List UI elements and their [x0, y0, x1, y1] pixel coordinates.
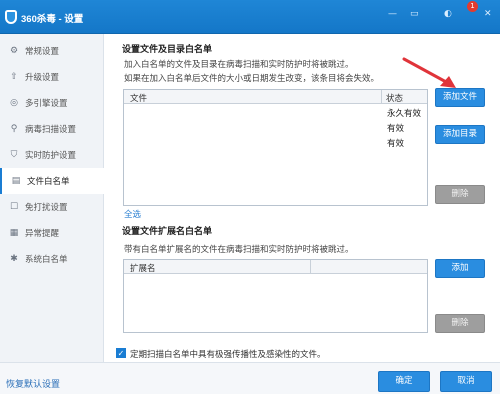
cancel-button[interactable]: 取消	[440, 371, 492, 392]
periodic-scan-checkbox[interactable]: ✓	[116, 348, 126, 358]
sidebar-item-label: 病毒扫描设置	[25, 125, 77, 135]
restore-defaults-link[interactable]: 恢复默认设置	[6, 377, 60, 390]
ext-whitelist-table[interactable]: 扩展名	[123, 259, 428, 333]
sidebar-item-general[interactable]: ⚙ 常规设置	[0, 38, 104, 64]
status-cell: 有效	[387, 124, 405, 134]
sidebar-item-label: 常规设置	[25, 47, 60, 57]
table-header: 扩展名	[124, 260, 427, 274]
sidebar-item-label: 免打扰设置	[25, 203, 68, 213]
sidebar-item-label: 异常提醒	[25, 229, 60, 239]
ok-button[interactable]: 确定	[378, 371, 430, 392]
sidebar-item-label: 系统白名单	[25, 255, 68, 265]
sidebar-item-update[interactable]: ⇧ 升级设置	[0, 64, 104, 90]
close-icon[interactable]: ✕	[484, 9, 492, 19]
title-bar: 360杀毒 - 设置 — ▭ ◐ 1 ✕	[0, 0, 500, 34]
ext-whitelist-title: 设置文件扩展名白名单	[122, 227, 213, 237]
engine-icon: ◎	[10, 98, 18, 108]
file-whitelist-desc-2: 如果在加入白名单后文件的大小或日期发生改变，该条目将会失效。	[124, 74, 380, 84]
notification-badge: 1	[467, 1, 478, 12]
file-whitelist-title: 设置文件及目录白名单	[122, 45, 213, 55]
sidebar-item-label: 多引擎设置	[25, 99, 68, 109]
ext-whitelist-desc: 带有白名单扩展名的文件在病毒扫描和实时防护时将被跳过。	[124, 245, 354, 255]
minimize-icon[interactable]: —	[388, 9, 397, 19]
menu-icon[interactable]: ▭	[410, 9, 419, 19]
column-divider	[310, 260, 311, 274]
delete-extension-button[interactable]: 删除	[435, 314, 485, 333]
sidebar-item-realtime[interactable]: ⛉ 实时防护设置	[0, 142, 104, 168]
status-cell: 有效	[387, 139, 405, 149]
column-file: 文件	[130, 94, 148, 104]
periodic-scan-label: 定期扫描白名单中具有极强传播性及感染性的文件。	[130, 350, 326, 360]
sidebar-item-scan[interactable]: ⚲ 病毒扫描设置	[0, 116, 104, 142]
app-logo-icon	[5, 10, 17, 24]
column-extension: 扩展名	[130, 264, 156, 274]
table-header: 文件 状态	[124, 90, 427, 104]
document-icon: ▤	[11, 176, 21, 186]
column-divider	[381, 90, 382, 104]
shield-icon: ⛉	[10, 150, 18, 160]
alert-icon: ▦	[9, 228, 19, 238]
select-all-link[interactable]: 全选	[124, 208, 141, 220]
file-whitelist-desc-1: 加入白名单的文件及目录在病毒扫描和实时防护时将被跳过。	[124, 60, 354, 70]
sidebar-item-system-whitelist[interactable]: ✱ 系统白名单	[0, 246, 104, 272]
sidebar-item-label: 文件白名单	[27, 177, 70, 187]
column-status: 状态	[386, 94, 404, 104]
bottom-bar: 恢复默认设置 确定 取消	[0, 362, 500, 394]
quiet-icon: ☐	[9, 202, 19, 212]
sidebar-item-label: 升级设置	[25, 73, 60, 83]
delete-file-button[interactable]: 删除	[435, 185, 485, 204]
sidebar-item-label: 实时防护设置	[25, 151, 77, 161]
gear-icon: ⚙	[9, 46, 19, 56]
window-title: 360杀毒 - 设置	[21, 14, 84, 25]
add-directory-button[interactable]: 添加目录	[435, 125, 485, 144]
add-extension-button[interactable]: 添加	[435, 259, 485, 278]
upload-icon: ⇧	[10, 72, 18, 82]
sidebar-item-engines[interactable]: ◎ 多引擎设置	[0, 90, 104, 116]
file-whitelist-table[interactable]: 文件 状态	[123, 89, 428, 206]
sidebar-item-quiet[interactable]: ☐ 免打扰设置	[0, 194, 104, 220]
sidebar: ⚙ 常规设置 ⇧ 升级设置 ◎ 多引擎设置 ⚲ 病毒扫描设置 ⛉ 实时防护设置 …	[0, 34, 104, 362]
annotation-arrow-icon	[402, 57, 456, 88]
search-icon: ⚲	[10, 124, 18, 134]
skin-icon[interactable]: ◐	[444, 9, 452, 19]
sidebar-item-file-whitelist[interactable]: ▤ 文件白名单	[0, 168, 104, 194]
tools-icon: ✱	[10, 254, 18, 264]
status-cell: 永久有效	[387, 109, 422, 119]
sidebar-item-alerts[interactable]: ▦ 异常提醒	[0, 220, 104, 246]
